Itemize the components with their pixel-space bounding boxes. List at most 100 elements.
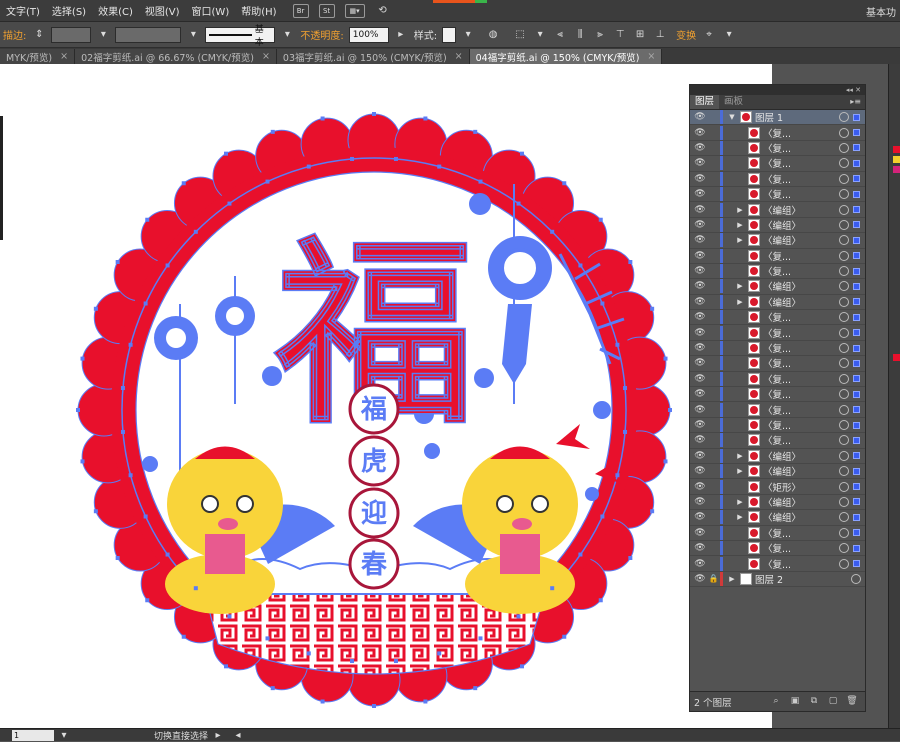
layer-name[interactable]: 〈复... bbox=[763, 156, 839, 170]
layer-name[interactable]: 〈复... bbox=[763, 264, 839, 278]
layer-name[interactable]: 〈复... bbox=[763, 326, 839, 340]
target-circle-icon[interactable] bbox=[839, 435, 849, 446]
visibility-eye-icon[interactable]: 👁 bbox=[693, 174, 707, 184]
selection-indicator[interactable] bbox=[853, 467, 860, 475]
target-circle-icon[interactable] bbox=[839, 312, 849, 323]
selection-indicator[interactable] bbox=[853, 190, 860, 198]
visibility-eye-icon[interactable]: 👁 bbox=[693, 374, 707, 384]
papercut-artwork[interactable]: 福 福 虎 迎 春 bbox=[0, 64, 772, 728]
visibility-eye-icon[interactable]: 👁 bbox=[693, 343, 707, 353]
target-circle-icon[interactable] bbox=[839, 543, 849, 554]
selection-indicator[interactable] bbox=[853, 436, 860, 444]
fill-swatch-magenta[interactable] bbox=[893, 166, 900, 173]
close-icon[interactable]: × bbox=[60, 51, 68, 62]
expand-right-icon[interactable]: ▶ bbox=[735, 298, 745, 306]
expand-right-icon[interactable]: ▶ bbox=[735, 513, 745, 521]
selection-indicator[interactable] bbox=[853, 252, 860, 260]
menu-view[interactable]: 视图(V) bbox=[139, 3, 186, 18]
layer-item-row[interactable]: 👁 〈复... bbox=[690, 171, 865, 187]
tab-document-01[interactable]: MYK/预览) × bbox=[0, 49, 76, 64]
target-circle-icon[interactable] bbox=[839, 127, 849, 138]
chevron-down-icon[interactable]: ▾ bbox=[722, 28, 736, 42]
layer-name[interactable]: 〈复... bbox=[763, 526, 839, 540]
visibility-eye-icon[interactable]: 👁 bbox=[693, 543, 707, 553]
layer-row[interactable]: 👁 ▼ 图层 1 bbox=[690, 110, 865, 126]
layer-item-row[interactable]: 👁 〈复... bbox=[690, 356, 865, 372]
layer-item-row[interactable]: 👁 〈复... bbox=[690, 248, 865, 264]
visibility-eye-icon[interactable]: 👁 bbox=[693, 281, 707, 291]
arrange-documents-icon[interactable]: ▦▾ bbox=[344, 3, 365, 18]
visibility-eye-icon[interactable]: 👁 bbox=[693, 143, 707, 153]
chevron-down-icon[interactable]: ▾ bbox=[280, 28, 294, 42]
selection-indicator[interactable] bbox=[853, 406, 860, 414]
expand-right-icon[interactable]: ▶ bbox=[735, 206, 745, 214]
layer-name[interactable]: 〈编组〉 bbox=[763, 233, 839, 247]
isolate-selection-icon[interactable]: ⌖ bbox=[702, 28, 716, 42]
tab-document-02[interactable]: 02福字剪纸.ai @ 66.67% (CMYK/预览) × bbox=[75, 49, 277, 64]
layer-item-row[interactable]: 👁 〈复... bbox=[690, 541, 865, 557]
selection-indicator[interactable] bbox=[853, 359, 860, 367]
target-circle-icon[interactable] bbox=[839, 281, 849, 292]
layer-name[interactable]: 〈复... bbox=[763, 126, 839, 140]
selection-indicator[interactable] bbox=[853, 206, 860, 214]
selection-indicator[interactable] bbox=[853, 113, 860, 121]
visibility-eye-icon[interactable]: 👁 bbox=[693, 512, 707, 522]
visibility-eye-icon[interactable]: 👁 bbox=[693, 420, 707, 430]
target-circle-icon[interactable] bbox=[839, 266, 849, 277]
layer-item-row[interactable]: 👁 ▶ 〈编组〉 bbox=[690, 494, 865, 511]
layer-item-row[interactable]: 👁 〈复... bbox=[690, 140, 865, 157]
expand-down-icon[interactable]: ▼ bbox=[727, 113, 737, 121]
layer-item-row[interactable]: 👁 ▶ 〈编组〉 bbox=[690, 279, 865, 295]
layer-item-row[interactable]: 👁 〈复... bbox=[690, 371, 865, 388]
visibility-eye-icon[interactable]: 👁 bbox=[693, 235, 707, 245]
layer-name[interactable]: 〈复... bbox=[763, 310, 839, 324]
layer-name[interactable]: 〈复... bbox=[763, 403, 839, 417]
recolor-artwork-icon[interactable]: ◍ bbox=[486, 28, 500, 42]
target-circle-icon[interactable] bbox=[839, 343, 849, 354]
selection-indicator[interactable] bbox=[853, 560, 860, 568]
visibility-eye-icon[interactable]: 👁 bbox=[693, 251, 707, 261]
visibility-eye-icon[interactable]: 👁 bbox=[693, 482, 707, 492]
target-circle-icon[interactable] bbox=[839, 512, 849, 523]
selection-indicator[interactable] bbox=[853, 344, 860, 352]
target-circle-icon[interactable] bbox=[839, 420, 849, 430]
target-circle-icon[interactable] bbox=[839, 527, 849, 538]
selection-indicator[interactable] bbox=[853, 221, 860, 229]
layer-item-row[interactable]: 👁 ▶ 〈编组〉 bbox=[690, 464, 865, 480]
visibility-eye-icon[interactable]: 👁 bbox=[693, 466, 707, 476]
target-circle-icon[interactable] bbox=[839, 189, 849, 200]
target-circle-icon[interactable] bbox=[851, 573, 861, 584]
target-circle-icon[interactable] bbox=[839, 389, 849, 400]
align-to-selection-icon[interactable]: ⬚ bbox=[513, 28, 527, 42]
layer-name[interactable]: 〈复... bbox=[763, 172, 839, 186]
visibility-eye-icon[interactable]: 👁 bbox=[693, 205, 707, 215]
graphic-style-swatch[interactable] bbox=[442, 26, 457, 43]
layer-name[interactable]: 〈编组〉 bbox=[763, 495, 839, 509]
visibility-eye-icon[interactable]: 👁 bbox=[693, 297, 707, 307]
selection-indicator[interactable] bbox=[853, 313, 860, 321]
scroll-left-icon[interactable]: ◂ bbox=[231, 728, 245, 742]
layer-item-row[interactable]: 👁 〈复... bbox=[690, 341, 865, 357]
expand-right-icon[interactable]: ▶ bbox=[735, 452, 745, 460]
layer-name[interactable]: 〈编组〉 bbox=[763, 464, 839, 478]
target-circle-icon[interactable] bbox=[839, 296, 849, 307]
panel-collapse-bar[interactable]: ◂◂ ✕ bbox=[690, 85, 865, 95]
layer-name[interactable]: 〈复... bbox=[763, 387, 839, 401]
tab-layers[interactable]: 图层 bbox=[690, 95, 720, 109]
layer-item-row[interactable]: 👁 〈复... bbox=[690, 187, 865, 203]
selection-indicator[interactable] bbox=[853, 421, 860, 429]
selection-indicator[interactable] bbox=[853, 267, 860, 275]
expand-right-icon[interactable]: ▶ bbox=[735, 467, 745, 475]
chevron-down-icon[interactable]: ▾ bbox=[96, 28, 110, 42]
target-circle-icon[interactable] bbox=[839, 112, 849, 123]
close-icon[interactable]: × bbox=[647, 51, 655, 62]
menu-text[interactable]: 文字(T) bbox=[0, 3, 46, 18]
layer-name[interactable]: 〈矩形〉 bbox=[763, 480, 839, 494]
workspace-switcher[interactable]: 基本功 bbox=[866, 4, 896, 19]
layer-name[interactable]: 〈复... bbox=[763, 433, 839, 447]
target-circle-icon[interactable] bbox=[839, 450, 849, 461]
layer-name[interactable]: 〈编组〉 bbox=[763, 510, 839, 524]
tab-document-04[interactable]: 04福字剪纸.ai @ 150% (CMYK/预览) × bbox=[469, 49, 663, 64]
selection-indicator[interactable] bbox=[853, 144, 860, 152]
selection-indicator[interactable] bbox=[853, 282, 860, 290]
